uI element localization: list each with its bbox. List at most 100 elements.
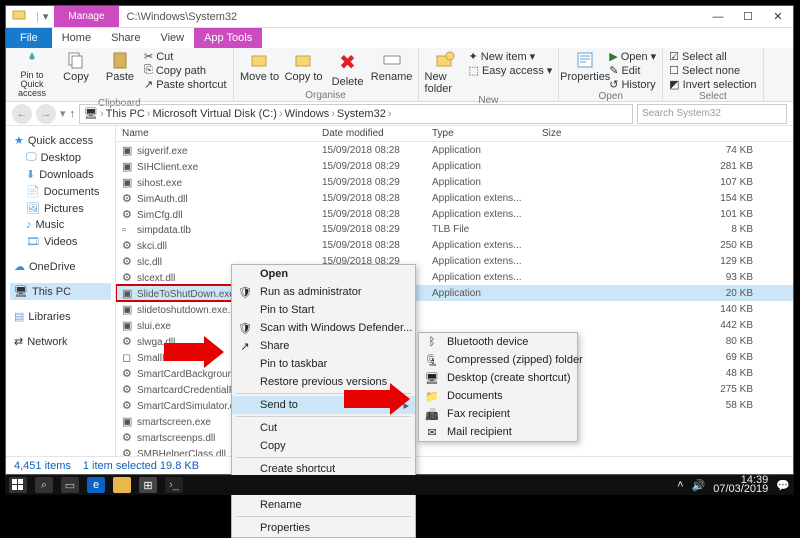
properties-button[interactable]: Properties	[565, 50, 605, 91]
new-item-button[interactable]: ✦New item ▾	[469, 50, 553, 63]
tray-up-icon[interactable]: ˄	[677, 479, 683, 491]
table-row[interactable]: ⚙SimAuth.dll15/09/2018 08:28Application …	[116, 190, 793, 206]
desk-icon: 🖥	[425, 372, 439, 385]
col-size[interactable]: Size	[536, 126, 793, 142]
table-row[interactable]: ▣SlideToShutDown.exe15/09/2018 08:29Appl…	[116, 285, 793, 301]
recent-dropdown-icon[interactable]: ▾	[60, 107, 66, 120]
col-type[interactable]: Type	[426, 126, 536, 142]
up-button[interactable]: ↑	[70, 108, 76, 120]
new-folder-button[interactable]: New folder	[425, 50, 465, 95]
tab-share[interactable]: Share	[101, 28, 150, 48]
taskbar-cmd[interactable]: ›_	[165, 477, 183, 493]
taskbar-taskview[interactable]: ▭	[61, 477, 79, 493]
minimize-button[interactable]: —	[703, 6, 733, 27]
back-button[interactable]: ←	[12, 104, 32, 124]
ctx-run-as-administrator[interactable]: 🛡Run as administrator	[232, 283, 415, 301]
manage-contextual-tab[interactable]: Manage	[54, 6, 118, 27]
qat-dropdown-icon[interactable]: ▾	[43, 10, 49, 23]
sendto-doc[interactable]: 📁Documents	[419, 387, 577, 405]
ctx-copy[interactable]: Copy	[232, 437, 415, 455]
tab-home[interactable]: Home	[52, 28, 101, 48]
maximize-button[interactable]: ☐	[733, 6, 763, 27]
pin-quick-access-button[interactable]: Pin to Quick access	[12, 50, 52, 98]
table-row[interactable]: ▣sihost.exe15/09/2018 08:29Application10…	[116, 174, 793, 190]
easy-access-button[interactable]: ⬚Easy access ▾	[469, 64, 553, 77]
sendto-submenu[interactable]: ᛒBluetooth device🗜Compressed (zipped) fo…	[418, 332, 578, 442]
paste-button[interactable]: Paste	[100, 50, 140, 98]
ctx-cut[interactable]: Cut	[232, 419, 415, 437]
sendto-fax[interactable]: 📠Fax recipient	[419, 405, 577, 423]
ctx-scan-with-windows-defender-[interactable]: 🛡Scan with Windows Defender...	[232, 319, 415, 337]
select-all-button[interactable]: ☑Select all	[669, 50, 756, 63]
new-folder-icon	[435, 50, 455, 70]
delete-button[interactable]: ✖Delete	[328, 50, 368, 90]
close-button[interactable]: ✕	[763, 6, 793, 27]
tab-file[interactable]: File	[6, 28, 52, 48]
sendto-desk[interactable]: 🖥Desktop (create shortcut)	[419, 369, 577, 387]
properties-icon	[575, 50, 595, 70]
tab-app-tools[interactable]: App Tools	[194, 28, 262, 48]
table-row[interactable]: ▫simpdata.tlb15/09/2018 08:29TLB File8 K…	[116, 222, 793, 237]
search-input[interactable]: Search System32	[637, 104, 787, 124]
taskbar-explorer[interactable]	[113, 477, 131, 493]
table-row[interactable]: ⚙slc.dll15/09/2018 08:29Application exte…	[116, 253, 793, 269]
select-none-button[interactable]: ☐Select none	[669, 64, 756, 77]
nav-documents[interactable]: 📄Documents	[10, 183, 111, 200]
ctx-share[interactable]: ↗Share	[232, 337, 415, 355]
taskbar-search[interactable]: ⌕	[35, 477, 53, 493]
nav-this-pc[interactable]: 🖥This PC	[10, 283, 111, 300]
copy-button[interactable]: Copy	[56, 50, 96, 98]
invert-selection-button[interactable]: ◩Invert selection	[669, 78, 756, 91]
table-row[interactable]: ⚙slcext.dll15/09/2018 08:29Application e…	[116, 269, 793, 285]
table-row[interactable]: ▣sigverif.exe15/09/2018 08:28Application…	[116, 142, 793, 159]
sendto-bt[interactable]: ᛒBluetooth device	[419, 333, 577, 351]
rename-button[interactable]: Rename	[372, 50, 412, 90]
table-row[interactable]: ⚙skci.dll15/09/2018 08:28Application ext…	[116, 237, 793, 253]
ctx-properties[interactable]: Properties	[232, 519, 415, 537]
start-button[interactable]	[9, 477, 27, 493]
ctx-pin-to-taskbar[interactable]: Pin to taskbar	[232, 355, 415, 373]
taskbar-clock[interactable]: 14:3907/03/2019	[713, 476, 768, 494]
nav-desktop[interactable]: 🖵Desktop	[10, 149, 111, 166]
table-row[interactable]: ⚙SimCfg.dll15/09/2018 08:28Application e…	[116, 206, 793, 222]
menu-item-icon: 🛡	[238, 322, 252, 335]
edit-button[interactable]: ✎Edit	[609, 64, 656, 77]
col-name[interactable]: Name	[116, 126, 316, 142]
history-icon: ↺	[609, 78, 618, 91]
move-to-button[interactable]: Move to	[240, 50, 280, 90]
cut-button[interactable]: ✂Cut	[144, 50, 227, 63]
nav-quick-access[interactable]: ★Quick access	[10, 132, 111, 149]
nav-music[interactable]: ♪Music	[10, 217, 111, 233]
taskbar-edge[interactable]: e	[87, 477, 105, 493]
nav-pictures[interactable]: 🖼Pictures	[10, 200, 111, 217]
taskbar[interactable]: ⌕ ▭ e ⊞ ›_ ˄ 🔊 14:3907/03/2019 💬	[5, 475, 794, 495]
forward-button[interactable]: →	[36, 104, 56, 124]
table-row[interactable]: ▣SIHClient.exe15/09/2018 08:29Applicatio…	[116, 158, 793, 174]
tray-sound-icon[interactable]: 🔊	[692, 479, 706, 492]
tab-view[interactable]: View	[150, 28, 194, 48]
table-row[interactable]: ⚙SMBHelperClass.dll	[116, 445, 793, 456]
copy-path-button[interactable]: ⎘Copy path	[144, 64, 227, 77]
ctx-pin-to-start[interactable]: Pin to Start	[232, 301, 415, 319]
nav-libraries[interactable]: ▤Libraries	[10, 308, 111, 325]
nav-downloads[interactable]: ⬇Downloads	[10, 166, 111, 183]
taskbar-store[interactable]: ⊞	[139, 477, 157, 493]
col-date[interactable]: Date modified	[316, 126, 426, 142]
nav-network[interactable]: ⇄Network	[10, 333, 111, 350]
paste-shortcut-button[interactable]: ↗Paste shortcut	[144, 78, 227, 91]
table-row[interactable]: ▣slidetoshutdown.exe.mui140 KB	[116, 301, 793, 317]
breadcrumb[interactable]: 🖥› This PC› Microsoft Virtual Disk (C:)›…	[79, 104, 633, 124]
nav-videos[interactable]: 🎞Videos	[10, 233, 111, 250]
ctx-open[interactable]: Open	[232, 265, 415, 283]
quick-access-toolbar: | ▾	[6, 6, 54, 27]
ctx-rename[interactable]: Rename	[232, 496, 415, 514]
history-button[interactable]: ↺History	[609, 78, 656, 91]
table-row[interactable]: ▣slui.exe442 KB	[116, 317, 793, 333]
group-label-select: Select	[669, 91, 756, 102]
sendto-mail[interactable]: ✉Mail recipient	[419, 423, 577, 441]
open-button[interactable]: ▶Open ▾	[609, 50, 656, 63]
notifications-icon[interactable]: 💬	[776, 479, 790, 492]
copy-to-button[interactable]: Copy to	[284, 50, 324, 90]
sendto-zip[interactable]: 🗜Compressed (zipped) folder	[419, 351, 577, 369]
nav-onedrive[interactable]: ☁OneDrive	[10, 258, 111, 275]
